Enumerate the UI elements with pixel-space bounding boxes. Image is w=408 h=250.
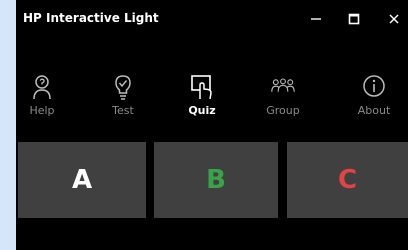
answer-label: B — [206, 165, 226, 195]
answer-button-a[interactable]: A — [18, 142, 146, 218]
toolbar-item-label: Quiz — [188, 104, 216, 117]
quiz-touch-icon — [190, 72, 214, 102]
toolbar-item-help[interactable]: Help — [14, 72, 70, 130]
help-person-icon — [30, 72, 54, 102]
toolbar-item-label: Help — [29, 104, 55, 117]
app-window: HP Interactive Light Help Test Quiz Grou… — [16, 0, 408, 250]
toolbar-item-test[interactable]: Test — [95, 72, 151, 130]
answer-button-c[interactable]: C — [287, 142, 408, 218]
mode-toolbar: Help Test Quiz Group About — [16, 72, 408, 132]
maximize-button[interactable] — [341, 8, 367, 30]
maximize-icon — [348, 13, 360, 25]
title-bar: HP Interactive Light — [16, 0, 408, 40]
answer-button-b[interactable]: B — [154, 142, 278, 218]
answer-buttons: A B C — [16, 142, 408, 218]
toolbar-item-about[interactable]: About — [346, 72, 402, 130]
answer-label: C — [337, 165, 358, 195]
close-icon — [389, 14, 399, 24]
toolbar-item-label: Test — [112, 104, 134, 117]
minimize-button[interactable] — [303, 8, 329, 30]
close-button[interactable] — [381, 8, 407, 30]
toolbar-item-label: Group — [266, 104, 300, 117]
answer-label: A — [71, 165, 93, 195]
lightbulb-icon — [111, 72, 135, 102]
toolbar-item-group[interactable]: Group — [255, 72, 311, 130]
info-icon — [362, 72, 386, 102]
toolbar-item-quiz[interactable]: Quiz — [174, 72, 230, 130]
window-title: HP Interactive Light — [23, 11, 159, 25]
minimize-icon — [311, 18, 321, 20]
group-icon — [271, 72, 295, 102]
toolbar-item-label: About — [357, 104, 391, 117]
